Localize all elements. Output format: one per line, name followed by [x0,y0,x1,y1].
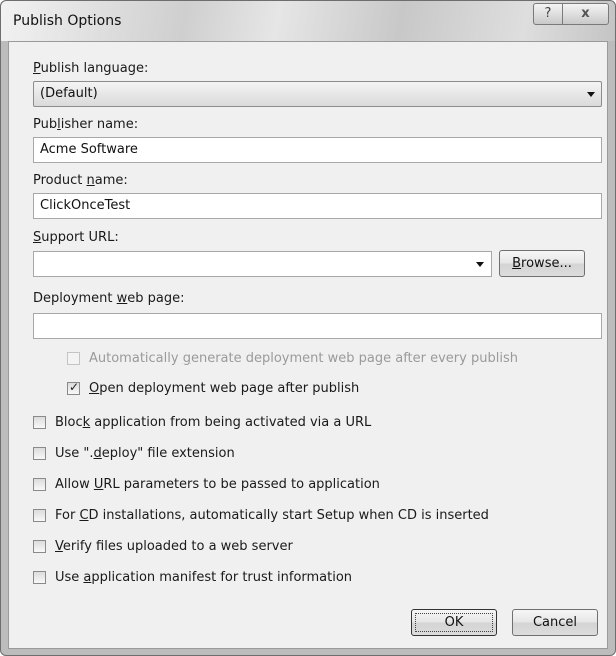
close-button[interactable]: x [562,3,609,25]
auto-generate-checkbox [67,352,80,365]
verify-files-label[interactable]: Verify files uploaded to a web server [55,539,293,554]
publisher-name-label: Publisher name: [33,117,139,132]
url-parameters-label[interactable]: Allow URL parameters to be passed to app… [55,477,380,492]
close-icon: x [581,6,590,21]
browse-button[interactable]: Browse... [499,250,585,277]
support-url-label: Support URL: [33,230,119,245]
verify-files-checkbox[interactable] [33,540,46,553]
chevron-down-icon [587,92,595,97]
app-manifest-label[interactable]: Use application manifest for trust infor… [55,570,352,585]
publish-options-dialog: Publish Options ? x Publish language: (D… [0,0,616,656]
open-page-label[interactable]: Open deployment web page after publish [89,381,359,396]
publish-language-value: (Default) [40,86,98,101]
chevron-down-icon [476,262,484,267]
block-url-checkbox[interactable] [33,416,46,429]
product-name-input[interactable]: ClickOnceTest [33,193,602,219]
publish-language-select[interactable]: (Default) [33,81,602,107]
product-name-value: ClickOnceTest [40,198,131,213]
dialog-title: Publish Options [13,13,122,29]
cancel-label: Cancel [532,615,578,630]
deployment-web-page-input[interactable] [33,313,602,339]
focus-rectangle [415,613,493,632]
support-url-combo[interactable] [33,251,492,277]
publisher-name-value: Acme Software [40,142,138,157]
help-button[interactable]: ? [533,3,563,25]
dialog-body: Publish language: (Default) Publisher na… [8,41,608,649]
title-bar[interactable]: Publish Options ? x [1,1,615,41]
url-parameters-checkbox[interactable] [33,478,46,491]
auto-generate-label: Automatically generate deployment web pa… [89,351,518,366]
app-manifest-checkbox[interactable] [33,571,46,584]
ok-button[interactable]: OK [411,609,497,636]
open-page-checkbox[interactable] [67,380,80,395]
block-url-label[interactable]: Block application from being activated v… [55,415,371,430]
deployment-web-page-label: Deployment web page: [33,291,185,306]
deploy-extension-checkbox[interactable] [33,447,46,460]
product-name-label: Product name: [33,173,128,188]
help-icon: ? [544,6,552,21]
cd-setup-label[interactable]: For CD installations, automatically star… [55,508,489,523]
cd-setup-checkbox[interactable] [33,509,46,522]
deploy-extension-label[interactable]: Use ".deploy" file extension [55,446,235,461]
publish-language-label: Publish language: [33,61,149,76]
publisher-name-input[interactable]: Acme Software [33,137,602,163]
cancel-button[interactable]: Cancel [512,609,598,636]
